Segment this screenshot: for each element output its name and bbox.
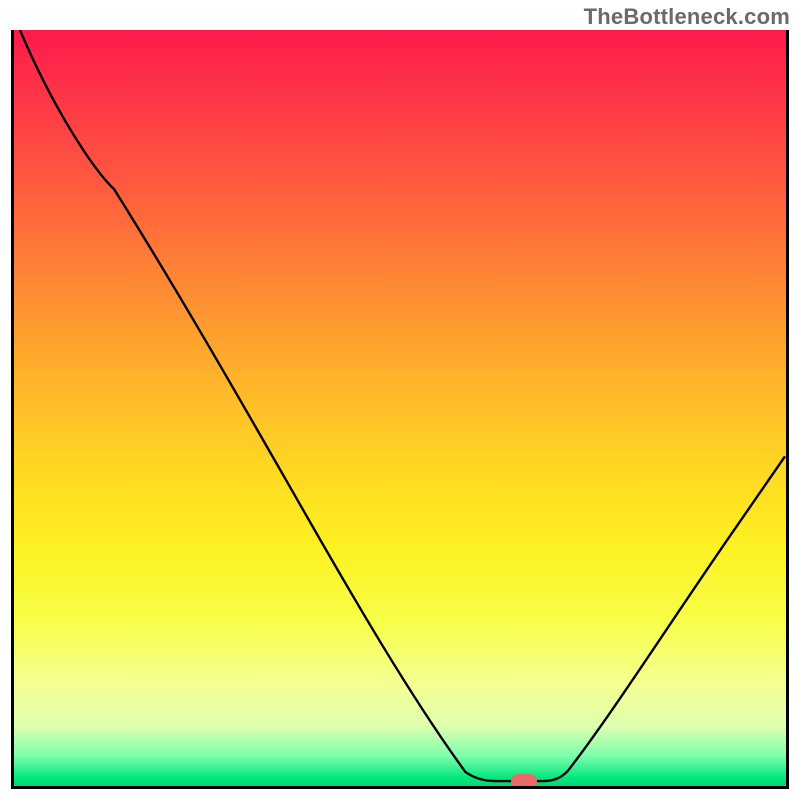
bottleneck-chart: TheBottleneck.com xyxy=(0,0,800,800)
optimal-point-marker xyxy=(511,774,537,788)
curve-svg xyxy=(14,30,786,786)
plot-frame xyxy=(11,30,789,789)
watermark-text: TheBottleneck.com xyxy=(584,4,790,30)
bottleneck-curve xyxy=(20,30,785,781)
